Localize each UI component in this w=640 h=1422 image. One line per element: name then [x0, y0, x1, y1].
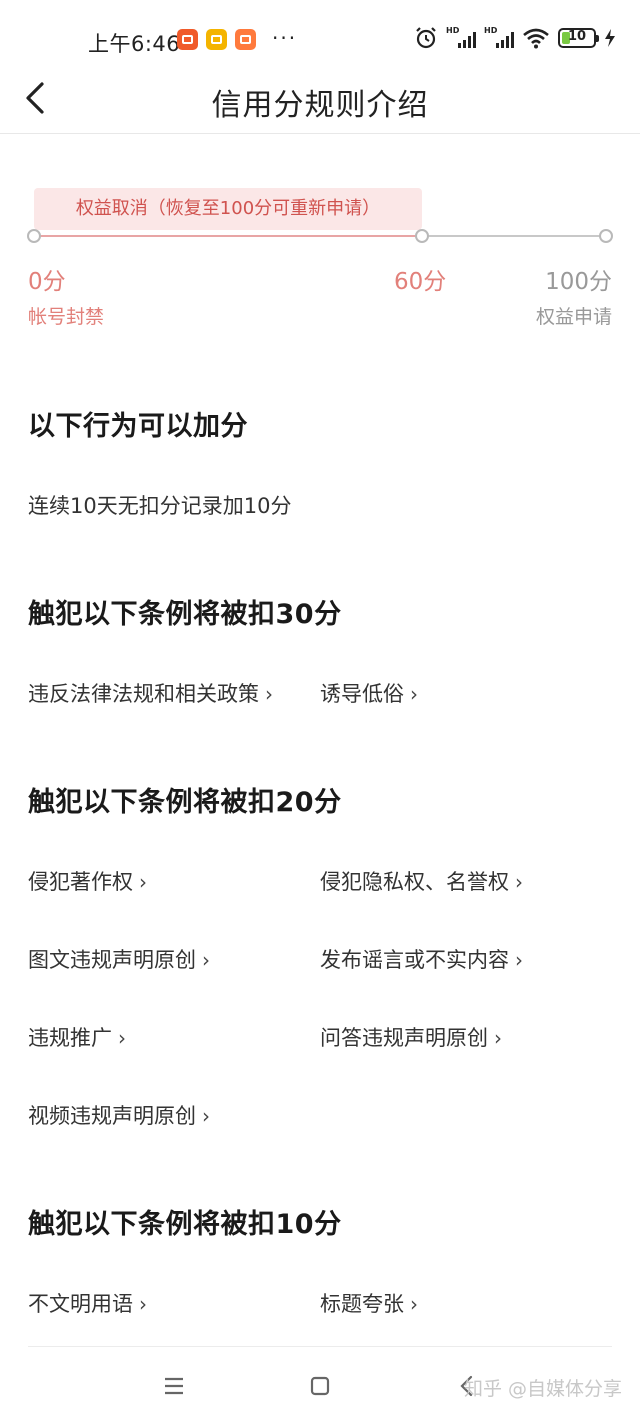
mail-app-icon — [206, 29, 227, 50]
more-notifications-dots: ··· — [272, 26, 298, 50]
account-banned-label: 帐号封禁 — [28, 306, 105, 328]
credit-score-scale: 权益取消（恢复至100分可重新申请） 0分 60分 100分 帐号封禁 权益申请 — [0, 180, 640, 330]
chevron-right-icon: › — [515, 870, 523, 894]
scale-banner: 权益取消（恢复至100分可重新申请） — [34, 188, 422, 230]
video-app-icon — [177, 29, 198, 50]
section-title-minus-30: 触犯以下条例将被扣30分 — [28, 599, 342, 630]
section-title-bonus: 以下行为可以加分 — [28, 411, 248, 442]
chevron-right-icon: › — [139, 1292, 147, 1316]
rule-link-vulgar[interactable]: 诱导低俗 › — [320, 678, 418, 708]
chevron-right-icon: › — [410, 1292, 418, 1316]
rule-link-promotion[interactable]: 违规推广 › — [28, 1022, 126, 1052]
signal-icon — [496, 32, 514, 48]
signal-2: HD — [484, 26, 514, 50]
menu-icon[interactable] — [158, 1370, 190, 1402]
scale-dot-60 — [415, 229, 429, 243]
chevron-right-icon: › — [139, 870, 147, 894]
battery-icon: 10 — [558, 28, 599, 48]
rule-link-exaggerated-title[interactable]: 标题夸张 › — [320, 1288, 418, 1318]
chevron-right-icon: › — [265, 682, 273, 706]
section-title-minus-10: 触犯以下条例将被扣10分 — [28, 1209, 342, 1240]
chevron-right-icon: › — [515, 948, 523, 972]
bonus-rule-text: 连续10天无扣分记录加10分 — [28, 494, 292, 518]
scale-dot-100 — [599, 229, 613, 243]
rule-link-law-violation[interactable]: 违反法律法规和相关政策 › — [28, 678, 273, 708]
rule-link-uncivil-language[interactable]: 不文明用语 › — [28, 1288, 147, 1318]
score-label-60: 60分 — [394, 269, 447, 295]
nav-divider — [28, 1346, 612, 1347]
system-nav-bar: 知乎 @自媒体分享 — [0, 1352, 640, 1422]
wifi-icon — [523, 28, 549, 49]
rule-link-copyright[interactable]: 侵犯著作权 › — [28, 866, 147, 896]
signal-icon — [458, 32, 476, 48]
page-header: 信用分规则介绍 — [0, 66, 640, 134]
chevron-right-icon: › — [202, 1104, 210, 1128]
rule-link-article-original[interactable]: 图文违规声明原创 › — [28, 944, 210, 974]
watermark-text: 知乎 @自媒体分享 — [463, 1378, 622, 1400]
signal-1: HD — [446, 26, 476, 50]
charging-bolt-icon — [605, 29, 615, 47]
scale-dot-0 — [27, 229, 41, 243]
page-title: 信用分规则介绍 — [211, 88, 429, 123]
alarm-icon — [416, 27, 436, 49]
status-icons: HD HD 10 — [414, 26, 616, 50]
chevron-right-icon: › — [410, 682, 418, 706]
shop-app-icon — [235, 29, 256, 50]
rule-link-rumor[interactable]: 发布谣言或不实内容 › — [320, 944, 523, 974]
chevron-right-icon: › — [118, 1026, 126, 1050]
section-title-minus-20: 触犯以下条例将被扣20分 — [28, 787, 342, 818]
score-label-100: 100分 — [545, 269, 612, 295]
rule-link-video-original[interactable]: 视频违规声明原创 › — [28, 1100, 210, 1130]
rule-link-qa-original[interactable]: 问答违规声明原创 › — [320, 1022, 502, 1052]
rule-link-privacy[interactable]: 侵犯隐私权、名誉权 › — [320, 866, 523, 896]
score-label-0: 0分 — [28, 269, 66, 295]
chevron-right-icon: › — [202, 948, 210, 972]
scale-line-normal — [422, 235, 606, 237]
scale-line-penalty — [34, 235, 422, 237]
rights-apply-label: 权益申请 — [535, 306, 612, 328]
status-time: 上午6:46 — [88, 32, 181, 56]
battery-level: 10 — [567, 29, 587, 44]
chevron-right-icon: › — [494, 1026, 502, 1050]
home-icon[interactable] — [304, 1370, 336, 1402]
